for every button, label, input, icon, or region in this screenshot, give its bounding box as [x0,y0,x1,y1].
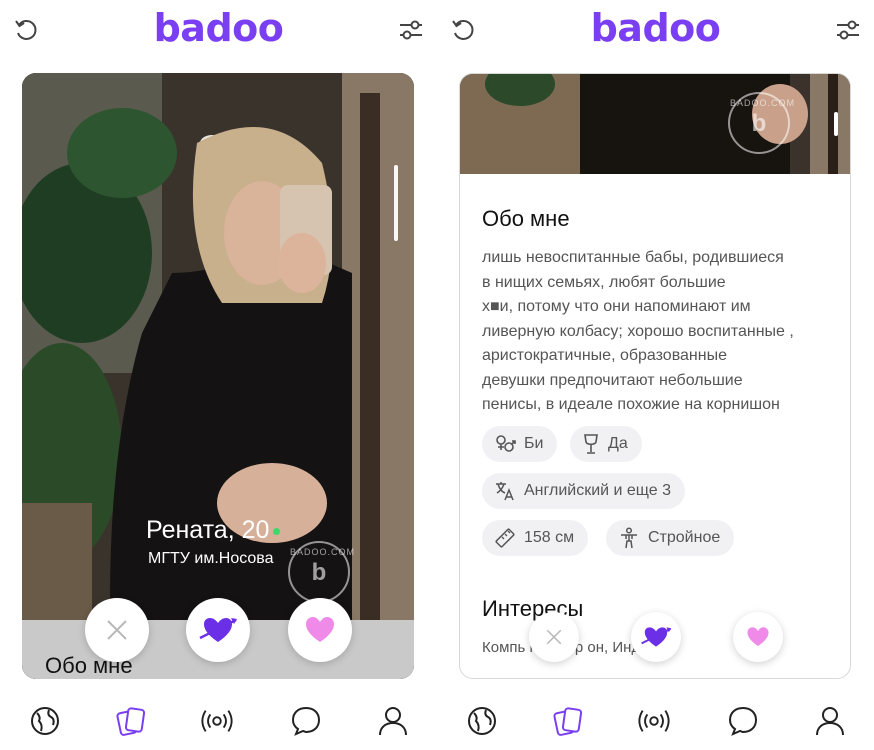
chip-languages-label: Английский и еще 3 [524,482,672,499]
dislike-button[interactable] [85,598,149,662]
bottom-nav [437,695,874,750]
profile-name: Рената, 20 [146,516,281,545]
chat-icon [291,706,321,736]
globe-icon [31,707,59,735]
crush-button[interactable] [631,612,681,662]
cards-icon [553,707,583,736]
like-button[interactable] [288,598,352,662]
badoo-logo: badoo [153,6,284,50]
nav-people-nearby[interactable] [28,704,62,738]
profile-photo [22,73,414,679]
chip-sexuality: Би [482,426,558,462]
about-text: лишь невоспитанные бабы, родившиеся в ни… [482,249,794,413]
photo-scrollbar[interactable] [394,165,398,241]
nav-live[interactable] [200,704,234,738]
chat-icon [728,706,758,736]
globe-icon [468,707,496,735]
nav-encounters[interactable] [114,704,148,738]
heart-icon [306,617,334,642]
chip-languages: Английский и еще 3 [482,473,686,509]
heart-arrow-icon [641,627,672,647]
heart-icon [747,627,769,646]
filter-icon[interactable] [397,16,425,44]
chip-body-type-label: Стройное [648,529,721,546]
nav-chats[interactable] [289,704,323,738]
chip-height: 158 см [482,520,589,556]
nav-chats[interactable] [726,704,760,738]
top-bar: badoo [0,0,437,60]
dislike-button[interactable] [529,612,579,662]
chip-drinking-label: Да [608,435,628,452]
profile-icon [816,707,844,736]
bottom-nav [0,695,437,750]
photo-scrollbar[interactable] [834,112,838,136]
chip-drinking: Да [570,426,642,462]
nav-people-nearby[interactable] [465,704,499,738]
nav-profile[interactable] [376,704,410,738]
broadcast-icon [638,710,670,732]
profile-card[interactable]: BADOO.COM b [22,73,414,679]
profile-name-text: Рената, 20 [146,516,270,544]
chip-body-type: Стройное [606,520,735,556]
broadcast-icon [201,710,233,732]
badoo-logo: badoo [590,6,721,50]
nav-encounters[interactable] [551,704,585,738]
watermark: BADOO.COM b [288,541,354,603]
crush-button[interactable] [186,598,250,662]
profile-details-card[interactable]: BADOO.COM b Обо мне лишь невоспитанные б… [459,73,851,679]
about-title: Обо мне [482,206,570,231]
filter-icon[interactable] [834,16,862,44]
translate-icon [496,482,514,501]
chip-height-label: 158 см [524,529,575,546]
profile-icon [379,707,407,736]
chip-sexuality-label: Би [524,435,544,452]
online-indicator [273,527,281,535]
nav-profile[interactable] [813,704,847,738]
cards-icon [116,707,146,736]
like-button[interactable] [733,612,783,662]
profile-school: МГТУ им.Носова [148,550,274,567]
nav-live[interactable] [637,704,671,738]
ruler-icon [495,528,515,548]
profile-photo-top: BADOO.COM b [460,74,850,174]
watermark: BADOO.COM b [728,92,794,154]
body-icon [621,527,637,549]
wine-glass-icon [584,434,598,454]
gender-icon [496,435,516,452]
close-icon [546,629,562,645]
heart-arrow-icon [199,618,237,642]
close-icon [107,620,127,640]
right-screen: badoo BADOO.COM b Обо мне лишь невоспита… [437,0,874,750]
left-screen: badoo BADOO.COM b Рената, 20 МГТУ им.Нос… [0,0,437,750]
top-bar: badoo [437,0,874,60]
